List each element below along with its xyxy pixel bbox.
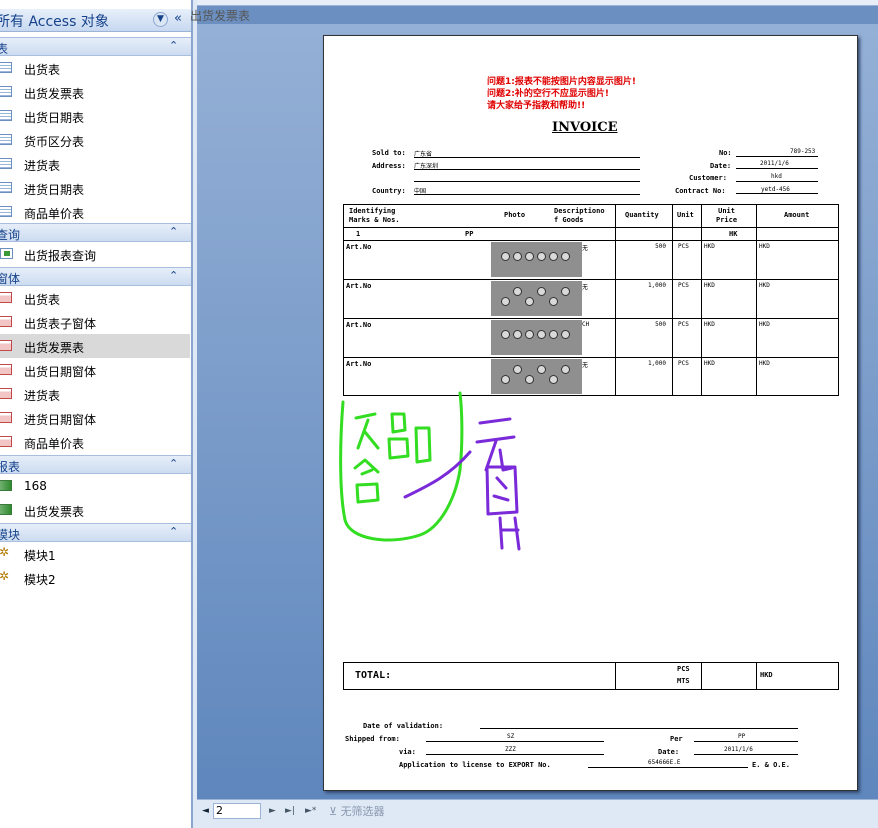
record-navigator: ◄ 2 ► ►| ►* ⊻ 无筛选器 (197, 799, 878, 828)
filter-indicator[interactable]: ⊻ 无筛选器 (329, 803, 385, 819)
last-page-icon[interactable]: ►| (285, 806, 295, 816)
filter-icon: ⊻ (329, 805, 338, 818)
prev-page-icon[interactable]: ◄ (202, 806, 209, 816)
filter-label: 无筛选器 (340, 805, 385, 818)
new-page-icon[interactable]: ►* (305, 806, 316, 816)
handwritten-annotation (339, 391, 521, 551)
next-page-icon[interactable]: ► (269, 806, 276, 816)
page-number-input[interactable]: 2 (213, 803, 261, 819)
